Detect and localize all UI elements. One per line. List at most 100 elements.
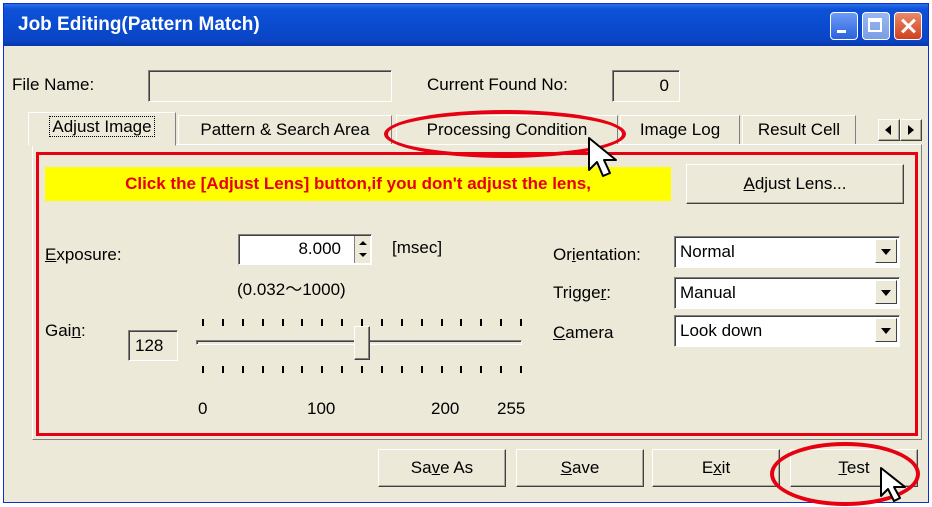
save-button[interactable]: Save bbox=[516, 449, 644, 487]
tab-scroll-left-icon[interactable] bbox=[878, 119, 900, 141]
file-name-field bbox=[148, 70, 392, 102]
gain-value: 128 bbox=[135, 336, 164, 355]
chevron-down-icon[interactable] bbox=[875, 280, 897, 304]
exit-mnemonic: x bbox=[713, 458, 722, 477]
title-bar[interactable]: Job Editing(Pattern Match) bbox=[4, 4, 928, 46]
slider-tick bbox=[341, 319, 343, 326]
current-found-label: Current Found No: bbox=[427, 75, 568, 94]
tab-label: Image Log bbox=[639, 120, 721, 139]
spinner-icon[interactable] bbox=[354, 236, 370, 263]
save-as-label-pre: Sa bbox=[410, 458, 432, 477]
tab-pattern-search-area[interactable]: Pattern & Search Area bbox=[178, 115, 392, 145]
exposure-mnemonic: E bbox=[45, 245, 57, 264]
gain-value-box: 128 bbox=[128, 330, 178, 361]
tab-result-cell[interactable]: Result Cell bbox=[742, 115, 856, 145]
gain-scale-label: 200 bbox=[431, 399, 460, 418]
trigger-select[interactable]: Manual bbox=[674, 277, 900, 309]
tab-label: Pattern & Search Area bbox=[200, 120, 370, 139]
slider-tick bbox=[520, 366, 522, 373]
slider-tick bbox=[282, 319, 284, 326]
slider-tick bbox=[242, 319, 244, 326]
slider-tick bbox=[262, 319, 264, 326]
camera-mnemonic: C bbox=[553, 323, 566, 342]
current-found-value: 0 bbox=[659, 76, 669, 95]
adjust-lens-mnemonic: A bbox=[743, 174, 755, 193]
gain-scale-label: 0 bbox=[198, 399, 208, 418]
orientation-value: Normal bbox=[680, 242, 735, 261]
gain-label-post: : bbox=[80, 321, 86, 340]
trigger-label: Trigger: bbox=[553, 283, 611, 303]
orientation-label-post: entation: bbox=[575, 245, 641, 264]
mouse-cursor-icon bbox=[880, 467, 906, 502]
gain-label-pre: Gai bbox=[45, 321, 72, 340]
slider-tick bbox=[460, 319, 462, 326]
exposure-unit: [msec] bbox=[392, 238, 443, 257]
slider-tick bbox=[202, 366, 204, 373]
orientation-label-pre: Or bbox=[553, 245, 572, 264]
save-mnemonic: S bbox=[560, 458, 572, 477]
adjust-lens-button[interactable]: Adjust Lens... bbox=[686, 164, 904, 204]
slider-tick bbox=[480, 366, 482, 373]
save-as-button[interactable]: Save As bbox=[378, 449, 506, 487]
exposure-label-text: xposure: bbox=[56, 245, 122, 264]
gain-scale-label: 255 bbox=[497, 399, 526, 418]
slider-tick bbox=[321, 366, 323, 373]
slider-tick bbox=[441, 319, 443, 326]
slider-tick bbox=[282, 366, 284, 373]
exposure-value: 8.000 bbox=[298, 239, 341, 258]
slider-tick bbox=[321, 319, 323, 326]
slider-tick bbox=[361, 366, 363, 373]
exit-label-pre: E bbox=[701, 458, 714, 477]
chevron-down-icon[interactable] bbox=[875, 239, 897, 263]
window-title: Job Editing(Pattern Match) bbox=[18, 14, 260, 35]
save-label-post: ave bbox=[571, 458, 600, 477]
slider-tick bbox=[202, 319, 204, 326]
mouse-cursor-icon bbox=[588, 137, 617, 177]
maximize-icon[interactable] bbox=[862, 12, 890, 40]
slider-tick bbox=[421, 319, 423, 326]
slider-tick bbox=[222, 319, 224, 326]
orientation-label: Orientation: bbox=[553, 245, 641, 265]
exposure-label: Exposure: bbox=[45, 245, 122, 265]
slider-tick bbox=[381, 366, 383, 373]
slider-tick bbox=[301, 319, 303, 326]
slider-tick bbox=[381, 319, 383, 326]
current-found-field: 0 bbox=[612, 70, 680, 102]
gain-label: Gain: bbox=[45, 321, 86, 341]
slider-tick bbox=[441, 366, 443, 373]
exit-button[interactable]: Exit bbox=[652, 449, 780, 487]
orientation-select[interactable]: Normal bbox=[674, 236, 900, 268]
trigger-value: Manual bbox=[680, 283, 736, 302]
trigger-label-post: : bbox=[606, 283, 611, 302]
slider-tick bbox=[460, 366, 462, 373]
adjust-lens-label: djust Lens... bbox=[754, 174, 847, 193]
save-as-label-post: e As bbox=[440, 458, 474, 477]
exit-label-post: it bbox=[721, 458, 731, 477]
slider-tick bbox=[242, 366, 244, 373]
camera-select[interactable]: Look down bbox=[674, 315, 900, 347]
gain-slider-thumb[interactable] bbox=[354, 326, 370, 360]
gain-scale-label: 100 bbox=[307, 399, 336, 418]
tab-scroll-right-icon[interactable] bbox=[900, 119, 922, 141]
slider-tick bbox=[341, 366, 343, 373]
chevron-down-icon[interactable] bbox=[875, 318, 897, 342]
close-icon[interactable] bbox=[894, 12, 922, 40]
adjust-lens-banner: Click the [Adjust Lens] button,if you do… bbox=[45, 167, 671, 201]
exposure-spinbox[interactable]: 8.000 bbox=[238, 234, 372, 265]
exposure-range: (0.032～1000) bbox=[237, 280, 346, 299]
gain-ticks-bottom bbox=[202, 366, 522, 374]
slider-tick bbox=[500, 319, 502, 326]
gain-mnemonic: n bbox=[71, 321, 81, 340]
slider-tick bbox=[520, 319, 522, 326]
tab-label: Adjust Image bbox=[49, 116, 155, 137]
camera-label-post: amera bbox=[565, 323, 614, 342]
minimize-icon[interactable] bbox=[830, 12, 858, 40]
trigger-label-pre: Trigge bbox=[553, 283, 601, 302]
slider-tick bbox=[421, 366, 423, 373]
slider-tick bbox=[301, 366, 303, 373]
tab-adjust-image[interactable]: Adjust Image bbox=[28, 112, 176, 146]
slider-tick bbox=[222, 366, 224, 373]
camera-label: Camera bbox=[553, 323, 613, 343]
tab-image-log[interactable]: Image Log bbox=[620, 115, 740, 145]
slider-tick bbox=[262, 366, 264, 373]
